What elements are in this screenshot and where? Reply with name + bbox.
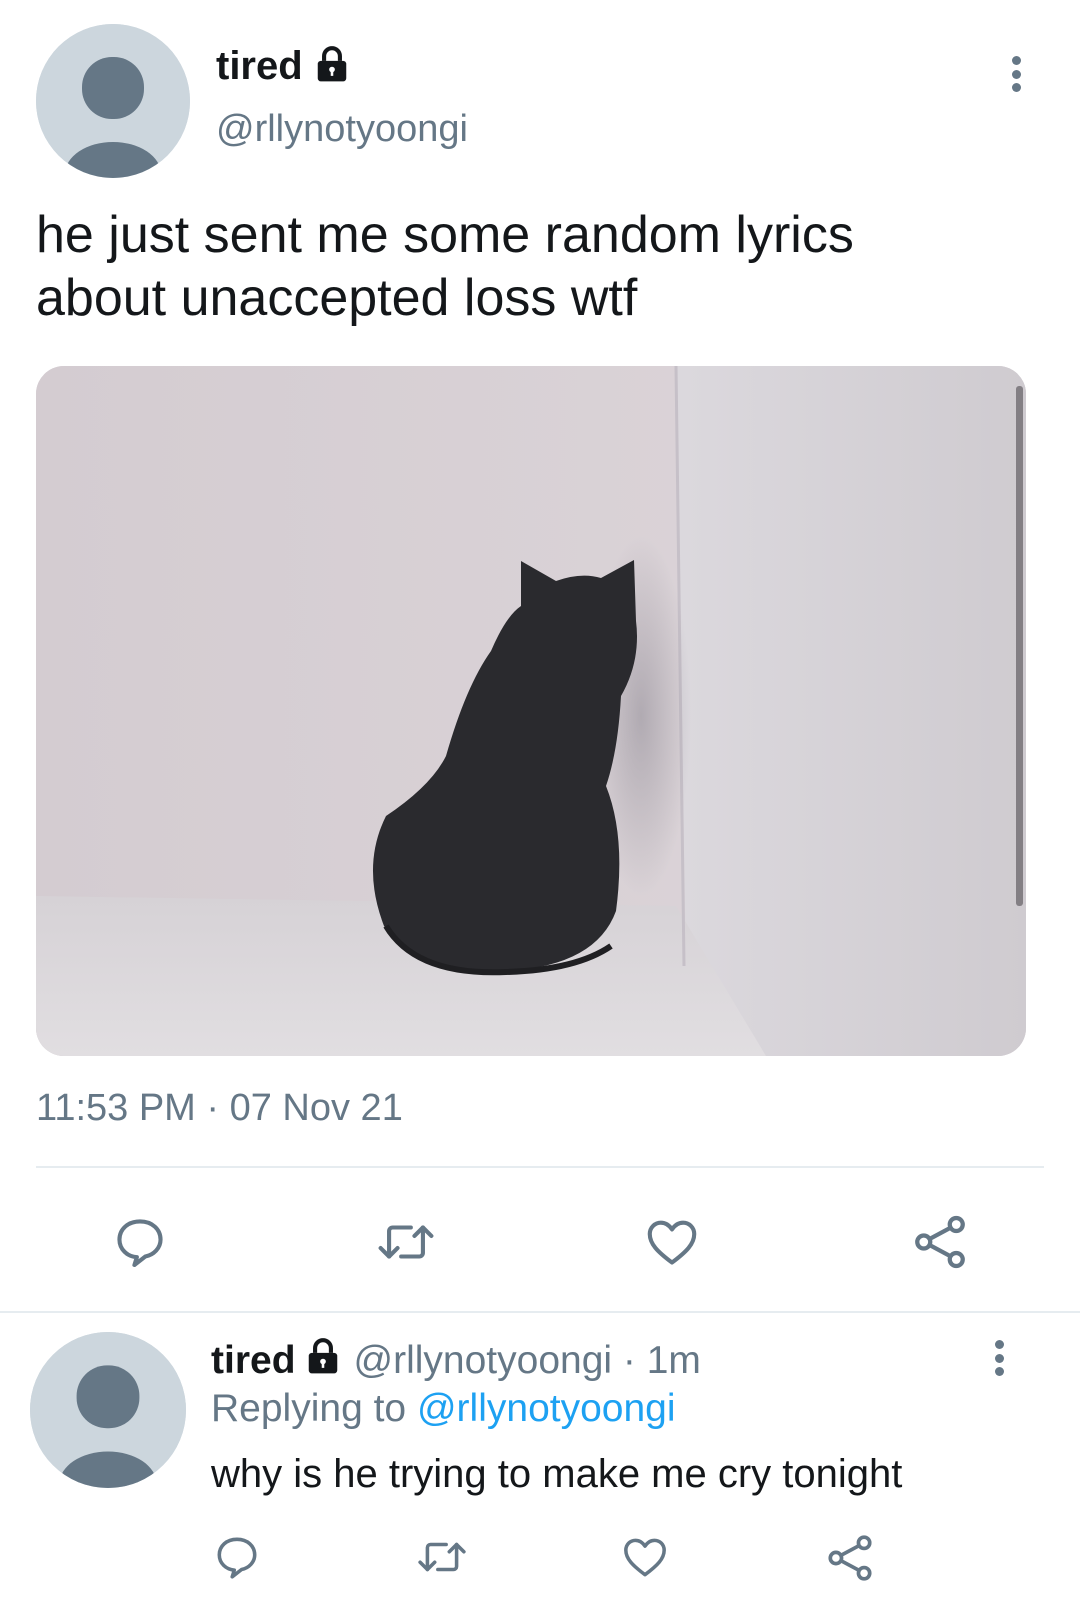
like-button[interactable] [618,1530,672,1584]
cat-photo [36,366,1026,1056]
heart-icon [647,1220,697,1265]
default-avatar-icon [30,1332,186,1488]
share-button[interactable] [822,1530,878,1586]
divider [0,1311,1080,1313]
author-line: tired [216,42,351,90]
handle[interactable]: @rllynotyoongi [216,108,468,151]
share-icon [828,1535,872,1581]
tweet-text-line: about unaccepted loss wtf [36,269,638,327]
reply-button[interactable] [108,1210,172,1274]
tweet-text-line: he just sent me some random lyrics [36,206,854,264]
display-name[interactable]: tired [211,1339,296,1383]
tweet-timestamp[interactable]: 11:53 PM · 07 Nov 21 [36,1087,403,1130]
reply-bubble-icon [217,1537,257,1579]
tweet-media[interactable] [36,366,1026,1056]
retweet-icon [418,1542,466,1572]
handle-and-time[interactable]: @rllynotyoongi · 1m [354,1339,701,1383]
divider [36,1166,1044,1168]
share-button[interactable] [906,1208,974,1276]
retweet-button[interactable] [412,1530,472,1584]
avatar[interactable] [30,1332,186,1488]
lock-icon [304,1337,342,1385]
reply-text: why is he trying to make me cry tonight [211,1452,903,1496]
like-button[interactable] [640,1210,704,1274]
share-icon [915,1215,965,1269]
replying-to-label: Replying to [211,1387,407,1430]
retweet-icon [378,1225,434,1259]
avatar[interactable] [36,24,190,178]
replying-to-handle[interactable]: @rllynotyoongi [417,1387,676,1430]
reply-button[interactable] [210,1530,264,1584]
tweet-text: he just sent me some random lyrics about… [36,204,854,330]
more-vertical-icon[interactable] [1009,56,1023,92]
heart-icon [624,1538,666,1577]
more-vertical-icon[interactable] [992,1340,1006,1376]
default-avatar-icon [36,24,190,178]
reply-author-line: tired @rllynotyoongi · 1m [211,1337,701,1385]
replying-to: Replying to @rllynotyoongi [211,1387,676,1431]
display-name[interactable]: tired [216,44,303,89]
retweet-button[interactable] [370,1210,442,1274]
lock-icon [313,45,351,88]
reply-bubble-icon [117,1219,163,1268]
